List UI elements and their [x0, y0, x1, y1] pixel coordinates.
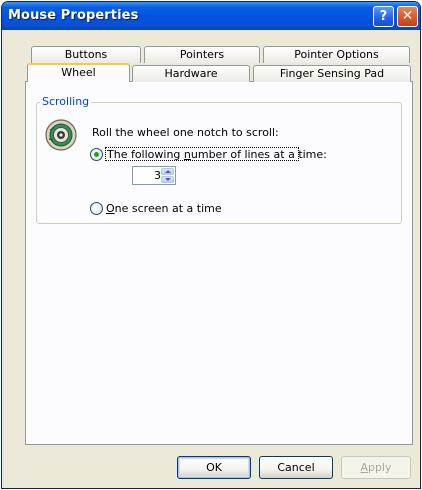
- tab-hardware[interactable]: Hardware: [132, 65, 250, 82]
- radio-lines-label-suffix: umber of lines at a time:: [190, 148, 327, 161]
- close-button[interactable]: ✕: [397, 6, 418, 27]
- lines-value[interactable]: 3: [133, 169, 161, 182]
- tab-finger-sensing-pad[interactable]: Finger Sensing Pad: [253, 65, 411, 82]
- radio-selected-dot: [94, 152, 99, 157]
- tab-wheel[interactable]: Wheel: [27, 63, 130, 82]
- radio-one-screen-label-suffix: ne screen at a time: [114, 202, 222, 215]
- tab-buttons-label: Buttons: [64, 48, 108, 61]
- tab-hardware-label: Hardware: [164, 67, 218, 80]
- scrolling-group-label: Scrolling: [40, 95, 92, 108]
- lines-spinner[interactable]: 3: [132, 166, 176, 185]
- radio-one-screen[interactable]: [90, 202, 103, 215]
- help-button[interactable]: ?: [373, 6, 394, 27]
- spin-up-arrow-icon[interactable]: [161, 168, 174, 175]
- tab-pointers[interactable]: Pointers: [144, 46, 260, 63]
- radio-lines-label[interactable]: The following number of lines at a time:: [107, 148, 327, 161]
- radio-one-screen-mnemonic: O: [106, 202, 115, 215]
- tab-wheel-label: Wheel: [61, 66, 96, 79]
- tab-buttons[interactable]: Buttons: [31, 46, 141, 63]
- mouse-wheel-icon: [45, 119, 77, 151]
- cancel-button[interactable]: Cancel: [259, 456, 333, 479]
- radio-lines-at-a-time[interactable]: [90, 148, 103, 161]
- radio-one-screen-label[interactable]: One screen at a time: [106, 202, 222, 215]
- ok-button-label: OK: [206, 461, 222, 474]
- radio-lines-mnemonic: n: [183, 148, 191, 161]
- ok-button[interactable]: OK: [177, 456, 251, 479]
- radio-lines-label-prefix: The following: [107, 148, 184, 161]
- apply-button[interactable]: Apply: [341, 456, 411, 479]
- tab-pointer-options[interactable]: Pointer Options: [263, 46, 410, 63]
- cancel-button-label: Cancel: [277, 461, 315, 474]
- apply-button-mnemonic: A: [360, 461, 368, 474]
- scroll-description: Roll the wheel one notch to scroll:: [92, 126, 279, 139]
- tab-pointer-options-label: Pointer Options: [294, 48, 379, 61]
- spin-down-arrow-icon[interactable]: [161, 176, 174, 183]
- apply-button-label: pply: [368, 461, 392, 474]
- title-bar[interactable]: Mouse Properties ? ✕: [2, 2, 420, 30]
- close-icon: ✕: [401, 8, 414, 24]
- help-icon: ?: [379, 9, 388, 24]
- tab-pointers-label: Pointers: [179, 48, 225, 61]
- window-title: Mouse Properties: [8, 8, 139, 23]
- tab-finger-sensing-pad-label: Finger Sensing Pad: [279, 67, 385, 80]
- spinner-buttons: [161, 168, 174, 183]
